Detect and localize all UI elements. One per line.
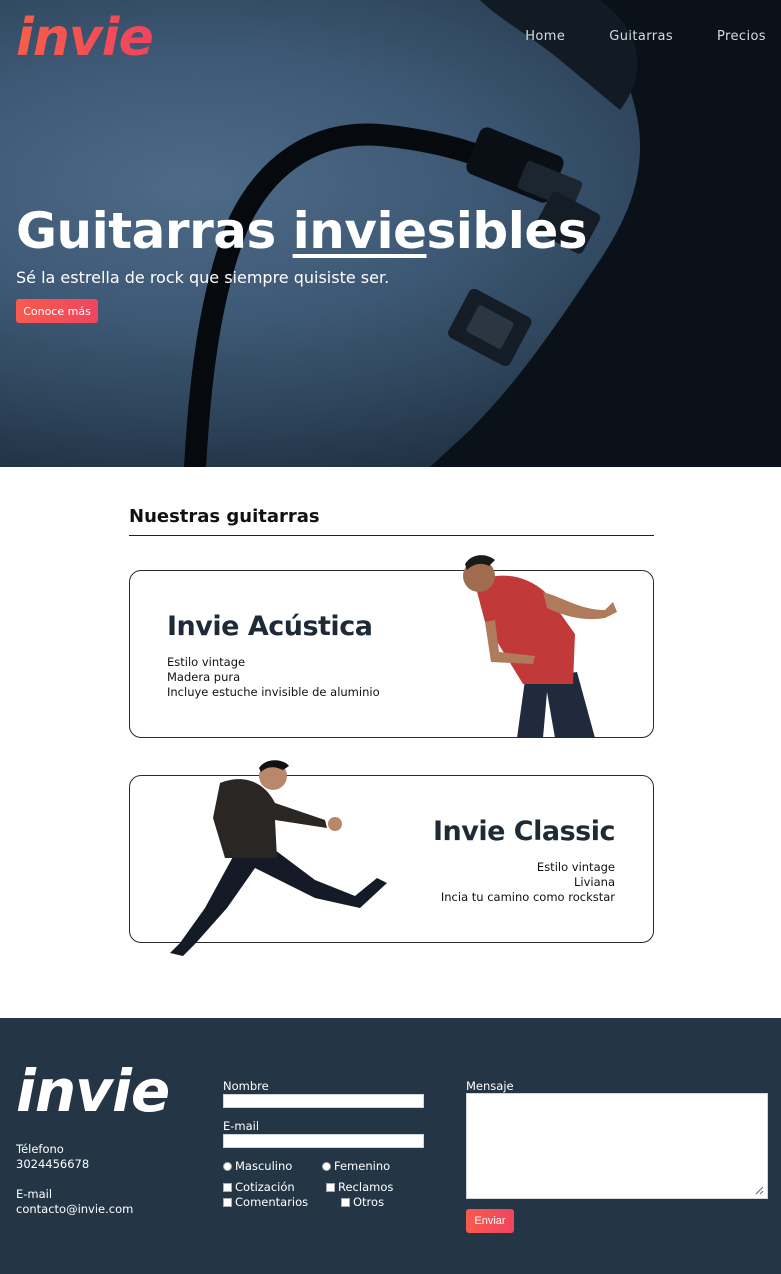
feature-item: Estilo vintage bbox=[167, 655, 246, 669]
checkbox-otros[interactable] bbox=[341, 1197, 350, 1207]
topic-reclamos[interactable]: Reclamos bbox=[326, 1180, 393, 1194]
message-textarea[interactable] bbox=[466, 1093, 768, 1199]
hero-subtitle: Sé la estrella de rock que siempre quisi… bbox=[16, 268, 390, 287]
card-title: Invie Classic bbox=[432, 816, 616, 847]
card-title: Invie Acústica bbox=[167, 611, 373, 642]
topic-comentarios[interactable]: Comentarios bbox=[223, 1195, 308, 1209]
nav-guitarras[interactable]: Guitarras bbox=[609, 29, 673, 44]
rockstar-red-shirt-image bbox=[463, 555, 617, 738]
radio-femenino[interactable] bbox=[322, 1161, 331, 1171]
nav-home[interactable]: Home bbox=[525, 29, 565, 44]
message-label: Mensaje bbox=[466, 1079, 514, 1093]
gender-male-option[interactable]: Masculino bbox=[223, 1159, 292, 1173]
feature-item: Liviana bbox=[574, 875, 615, 889]
email-input[interactable] bbox=[223, 1134, 424, 1148]
name-input[interactable] bbox=[223, 1094, 424, 1108]
feature-item: Estilo vintage bbox=[536, 860, 615, 874]
name-label: Nombre bbox=[223, 1079, 269, 1093]
phone-value: 3024456678 bbox=[16, 1157, 90, 1171]
checkbox-reclamos[interactable] bbox=[326, 1182, 335, 1192]
gender-female-option[interactable]: Femenino bbox=[322, 1159, 390, 1173]
resize-handle-icon[interactable] bbox=[755, 1186, 764, 1195]
phone-label: Télefono bbox=[16, 1142, 64, 1156]
checkbox-label: Comentarios bbox=[235, 1195, 309, 1209]
hero-title-end: sibles bbox=[426, 202, 588, 260]
contact-email: E-mail contacto@invie.com bbox=[16, 1187, 133, 1217]
checkbox-label: Otros bbox=[353, 1195, 385, 1209]
hero-title-start: Guitarras bbox=[16, 202, 293, 260]
hero-title: Guitarras inviesibles bbox=[16, 202, 588, 260]
checkbox-label: Cotización bbox=[235, 1180, 295, 1194]
checkbox-cotizacion[interactable] bbox=[223, 1182, 232, 1192]
radio-masculino[interactable] bbox=[223, 1161, 232, 1171]
checkbox-comentarios[interactable] bbox=[223, 1197, 232, 1207]
email-value[interactable]: contacto@invie.com bbox=[16, 1202, 133, 1217]
nav-precios[interactable]: Precios bbox=[717, 29, 766, 44]
topic-cotizacion[interactable]: Cotización bbox=[223, 1180, 295, 1194]
invie-logo[interactable]: invie bbox=[16, 8, 154, 68]
feature-list: Estilo vintage Madera pura Incluye estuc… bbox=[167, 655, 380, 700]
main-nav: Home Guitarras Precios bbox=[525, 29, 766, 44]
email-label: E-mail bbox=[16, 1187, 53, 1201]
feature-item: Incluye estuche invisible de aluminio bbox=[167, 685, 380, 699]
radio-label: Femenino bbox=[334, 1159, 391, 1173]
hero-title-underlined: invie bbox=[292, 202, 427, 260]
radio-label: Masculino bbox=[235, 1159, 293, 1173]
hero-banner: invie Home Guitarras Precios Guitarras i… bbox=[0, 0, 781, 467]
learn-more-button[interactable]: Conoce más bbox=[16, 299, 98, 323]
feature-item: Madera pura bbox=[167, 670, 241, 684]
section-title: Nuestras guitarras bbox=[129, 506, 654, 536]
footer-logo[interactable]: invie bbox=[16, 1058, 170, 1124]
topic-otros[interactable]: Otros bbox=[341, 1195, 384, 1209]
submit-button[interactable]: Enviar bbox=[466, 1209, 514, 1233]
contact-phone: Télefono 3024456678 bbox=[16, 1142, 89, 1172]
rockstar-jumping-image bbox=[170, 760, 387, 956]
checkbox-label: Reclamos bbox=[338, 1180, 394, 1194]
feature-item: Incia tu camino como rockstar bbox=[440, 890, 615, 904]
feature-list: Estilo vintage Liviana Incia tu camino c… bbox=[441, 860, 615, 905]
form-email-label: E-mail bbox=[223, 1119, 260, 1133]
